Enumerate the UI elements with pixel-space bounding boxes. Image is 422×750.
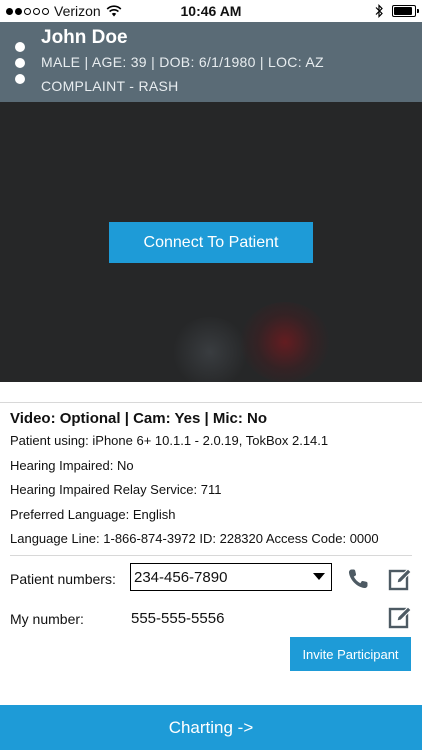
patient-numbers-label: Patient numbers: xyxy=(10,571,116,587)
patient-number-select[interactable]: 234-456-7890 xyxy=(130,563,332,591)
more-options-icon[interactable] xyxy=(15,42,25,84)
patient-name: John Doe xyxy=(41,27,128,48)
battery-icon xyxy=(392,5,419,17)
status-bar: Verizon 10:46 AM xyxy=(0,0,422,22)
relay-service-info: Hearing Impaired Relay Service: 711 xyxy=(10,482,222,497)
patient-complaint: COMPLAINT - RASH xyxy=(41,78,179,94)
my-number-value: 555-555-5556 xyxy=(131,610,225,627)
edit-patient-number-icon[interactable] xyxy=(387,566,413,592)
video-blur xyxy=(170,317,250,382)
session-info: Video: Optional | Cam: Yes | Mic: No Pat… xyxy=(10,410,412,555)
patient-demographics: MALE | AGE: 39 | DOB: 6/1/1980 | LOC: AZ xyxy=(41,54,324,70)
preferred-language-info: Preferred Language: English xyxy=(10,506,176,522)
connect-to-patient-button[interactable]: Connect To Patient xyxy=(109,222,313,263)
charting-button[interactable]: Charting -> xyxy=(0,705,422,750)
video-cam-mic-status: Video: Optional | Cam: Yes | Mic: No xyxy=(10,410,268,427)
status-right xyxy=(375,4,419,18)
patient-number-value: 234-456-7890 xyxy=(134,568,228,586)
hearing-impaired-info: Hearing Impaired: No xyxy=(10,457,134,473)
edit-my-number-icon[interactable] xyxy=(387,604,413,630)
bluetooth-icon xyxy=(375,4,383,18)
battery-level xyxy=(394,7,412,15)
my-number-label: My number: xyxy=(10,611,84,627)
menu-dot xyxy=(15,58,25,68)
phone-call-icon[interactable] xyxy=(345,566,371,592)
menu-dot xyxy=(15,74,25,84)
language-line-info: Language Line: 1-866-874-3972 ID: 228320… xyxy=(10,531,379,546)
video-blur xyxy=(240,302,330,382)
status-time: 10:46 AM xyxy=(180,3,242,19)
menu-dot xyxy=(15,42,25,52)
section-divider xyxy=(10,555,412,556)
patient-header: John Doe MALE | AGE: 39 | DOB: 6/1/1980 … xyxy=(0,22,422,102)
video-divider xyxy=(0,382,422,403)
invite-participant-button[interactable]: Invite Participant xyxy=(290,637,411,671)
video-feed: Connect To Patient xyxy=(0,102,422,382)
patient-device-info: Patient using: iPhone 6+ 10.1.1 - 2.0.19… xyxy=(10,433,329,448)
chevron-down-icon xyxy=(313,573,325,580)
